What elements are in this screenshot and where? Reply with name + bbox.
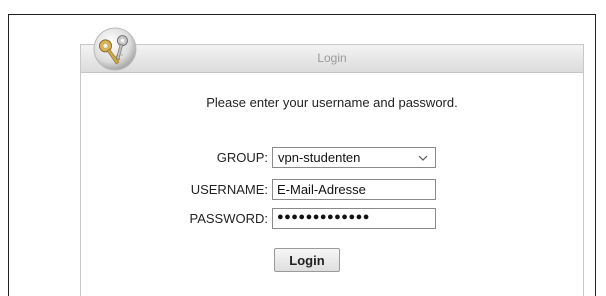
login-button[interactable]: Login: [274, 248, 340, 272]
login-title: Login: [317, 51, 347, 65]
username-input[interactable]: [272, 179, 436, 200]
group-selected-value: vpn-studenten: [278, 150, 361, 165]
login-instructions: Please enter your username and password.: [206, 95, 458, 110]
group-select[interactable]: vpn-studenten: [272, 147, 436, 168]
group-label: GROUP:: [216, 150, 268, 165]
password-label: PASSWORD:: [189, 211, 269, 226]
password-input[interactable]: [272, 208, 436, 229]
username-label: USERNAME:: [190, 182, 268, 197]
chevron-down-icon: [418, 155, 428, 161]
login-title-bar: Login: [81, 45, 583, 73]
keys-icon: [93, 27, 137, 71]
